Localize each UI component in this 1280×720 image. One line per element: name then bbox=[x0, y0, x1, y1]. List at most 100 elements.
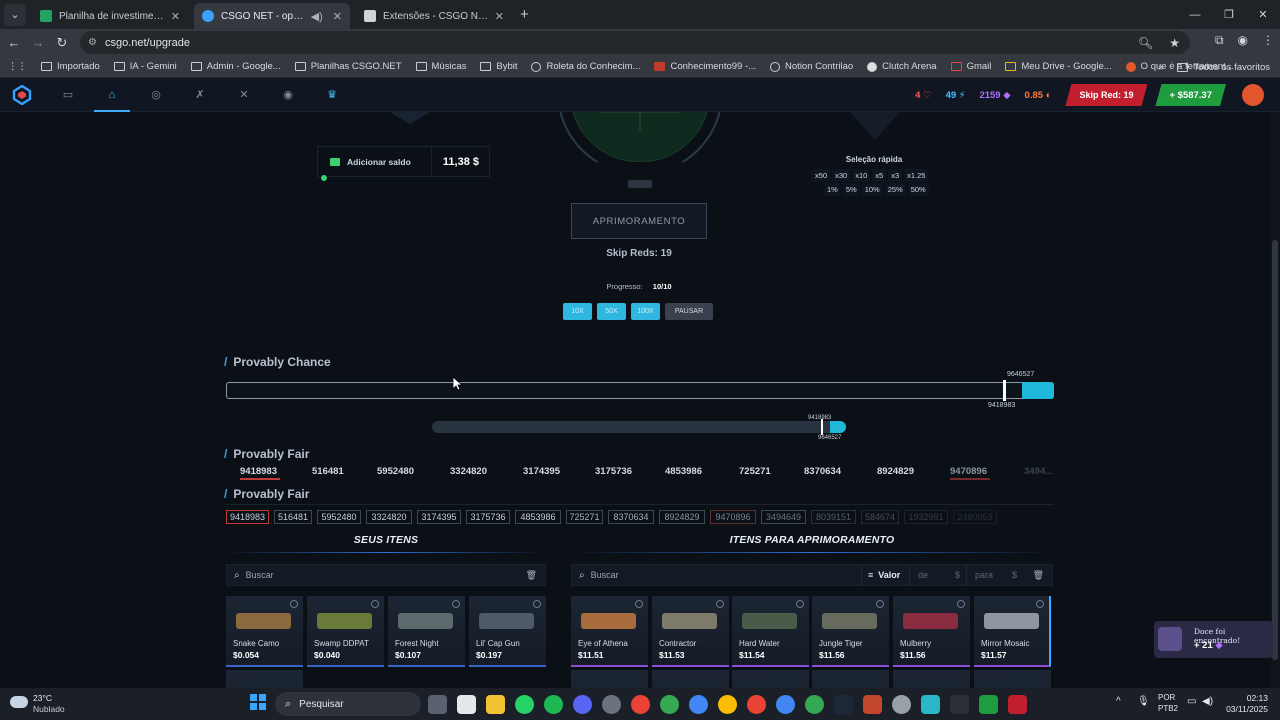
notepad-icon[interactable] bbox=[457, 695, 476, 714]
battle-nav-icon[interactable]: ✗ bbox=[178, 78, 222, 112]
roulette-nav-icon[interactable]: ◉ bbox=[266, 78, 310, 112]
upgrade-item[interactable]: Jungle Tiger $11.56 bbox=[812, 596, 889, 667]
candy-toast[interactable]: Doce foi encontrado! + 21 ◆ bbox=[1154, 621, 1273, 658]
tab-extensions[interactable]: Extensões - CSGO NET Profit H ✕ bbox=[356, 3, 512, 29]
multiplier-option[interactable]: x50 bbox=[812, 169, 831, 182]
url-field[interactable]: ⚙ csgo.net/upgrade 🔍︎ ★ bbox=[80, 31, 1190, 54]
price-from-input[interactable]: de $ bbox=[909, 565, 966, 585]
app-icon[interactable] bbox=[921, 695, 940, 714]
all-favorites[interactable]: Todos os favoritos bbox=[1177, 62, 1270, 73]
csgonet-logo[interactable] bbox=[12, 84, 32, 105]
eye-icon[interactable] bbox=[957, 600, 965, 608]
eye-icon[interactable] bbox=[1036, 600, 1044, 608]
app-icon[interactable] bbox=[979, 695, 998, 714]
bookmark-folder[interactable]: IA - Gemini bbox=[113, 61, 177, 72]
extensions-icon[interactable]: ⧉ bbox=[1215, 33, 1224, 48]
tab-csgonet[interactable]: CSGO NET - open the best ◀) ✕ bbox=[194, 3, 350, 29]
tray-chevron-icon[interactable]: ^ bbox=[1116, 696, 1121, 707]
pause-button[interactable]: PAUSAR bbox=[665, 303, 713, 320]
bookmark-folder[interactable]: Músicas bbox=[415, 61, 466, 72]
percent-option[interactable]: 50% bbox=[907, 183, 929, 196]
chrome-icon[interactable] bbox=[776, 695, 795, 714]
chrome-icon[interactable] bbox=[631, 695, 650, 714]
percent-option[interactable]: 25% bbox=[884, 183, 906, 196]
tab-planilha[interactable]: Planilha de investimentos - CSGO ✕ bbox=[32, 3, 188, 29]
upgrade-item[interactable] bbox=[652, 670, 729, 688]
percent-option[interactable]: 1% bbox=[824, 183, 841, 196]
bookmark-link[interactable]: Meu Drive - Google... bbox=[1005, 61, 1112, 72]
zoom-search-icon[interactable]: 🔍︎ bbox=[1138, 36, 1153, 50]
avatar[interactable] bbox=[1242, 84, 1264, 106]
profile-icon[interactable]: ◉ bbox=[1238, 33, 1248, 48]
case-nav-icon[interactable]: ▭ bbox=[46, 78, 90, 112]
whatsapp-icon[interactable] bbox=[515, 695, 534, 714]
spotify-icon[interactable] bbox=[544, 695, 563, 714]
inventory-item[interactable] bbox=[226, 670, 303, 688]
balance-button[interactable]: + $587.37 bbox=[1155, 84, 1226, 106]
trash-icon[interactable]: 🗑︎ bbox=[1033, 570, 1044, 581]
sort-value-button[interactable]: ≡ Valor bbox=[861, 565, 909, 585]
reload-button[interactable]: ↻ bbox=[50, 35, 74, 51]
chrome-icon[interactable] bbox=[660, 695, 679, 714]
chrome-icon[interactable] bbox=[747, 695, 766, 714]
auto-100x-button[interactable]: 100X bbox=[631, 303, 660, 320]
eye-icon[interactable] bbox=[371, 600, 379, 608]
close-icon[interactable]: ✕ bbox=[495, 10, 504, 23]
close-icon[interactable]: ✕ bbox=[333, 10, 342, 23]
upgrade-item[interactable]: Contractor $11.53 bbox=[652, 596, 729, 667]
eye-icon[interactable] bbox=[796, 600, 804, 608]
discord-icon[interactable] bbox=[573, 695, 592, 714]
chrome-icon[interactable] bbox=[805, 695, 824, 714]
forward-button[interactable]: → bbox=[26, 35, 50, 50]
site-info-icon[interactable]: ⚙ bbox=[88, 37, 97, 48]
inventory-item[interactable]: Swamp DDPAT $0.040 bbox=[307, 596, 384, 667]
new-tab-button[interactable]: + bbox=[520, 6, 529, 23]
trash-icon[interactable]: 🗑︎ bbox=[526, 570, 537, 581]
close-window-button[interactable]: ✕ bbox=[1246, 0, 1280, 29]
skip-red-button[interactable]: Skip Red: 19 bbox=[1065, 84, 1147, 106]
eye-icon[interactable] bbox=[876, 600, 884, 608]
taskbar-search[interactable]: ⌕ Pesquisar bbox=[275, 692, 421, 716]
auto-10x-button[interactable]: 10X bbox=[563, 303, 592, 320]
upgrade-items-search[interactable]: ⌕ Buscar ≡ Valor de $ para $ 🗑︎ bbox=[571, 564, 1053, 586]
upgrade-button[interactable]: APRIMORAMENTO bbox=[571, 203, 707, 239]
bookmark-folder[interactable]: Bybit bbox=[480, 61, 517, 72]
multiplier-option[interactable]: x3 bbox=[888, 169, 903, 182]
upgrade-item[interactable] bbox=[812, 670, 889, 688]
scrollbar-thumb[interactable] bbox=[1272, 240, 1278, 660]
upgrade-item[interactable] bbox=[974, 670, 1051, 688]
crown-nav-icon[interactable]: ♛ bbox=[310, 78, 354, 112]
upgrade-item[interactable] bbox=[893, 670, 970, 688]
percent-option[interactable]: 10% bbox=[861, 183, 883, 196]
task-view-icon[interactable] bbox=[428, 695, 447, 714]
upgrade-item[interactable]: Mirror Mosaic $11.57 bbox=[974, 596, 1051, 667]
obs-icon[interactable] bbox=[602, 695, 621, 714]
inventory-item[interactable]: Snake Camo $0.054 bbox=[226, 596, 303, 667]
bookmark-link[interactable]: Conhecimento99 -... bbox=[654, 61, 756, 72]
multiplier-option[interactable]: x1.25 bbox=[904, 169, 929, 182]
close-icon[interactable]: ✕ bbox=[171, 10, 180, 23]
microphone-icon[interactable]: 🎙︎ bbox=[1137, 696, 1150, 707]
chrome-icon[interactable] bbox=[718, 695, 737, 714]
upgrade-item[interactable]: Hard Water $11.54 bbox=[732, 596, 809, 667]
upgrade-item[interactable] bbox=[571, 670, 648, 688]
bookmark-folder[interactable]: Planilhas CSGO.NET bbox=[294, 61, 402, 72]
slider-knob[interactable] bbox=[319, 173, 329, 183]
bookmark-star-icon[interactable]: ★ bbox=[1169, 36, 1180, 50]
bookmark-link[interactable]: Clutch Arena bbox=[867, 61, 937, 72]
language-label[interactable]: POR bbox=[1158, 693, 1175, 702]
layout-label[interactable]: PTB2 bbox=[1158, 704, 1178, 713]
crossed-swords-icon[interactable]: ✕ bbox=[222, 78, 266, 112]
chrome-icon[interactable] bbox=[689, 695, 708, 714]
steam-icon[interactable] bbox=[834, 695, 853, 714]
eye-icon[interactable] bbox=[635, 600, 643, 608]
eye-icon[interactable] bbox=[290, 600, 298, 608]
multiplier-option[interactable]: x10 bbox=[852, 169, 871, 182]
bookmark-link[interactable]: Gmail bbox=[950, 61, 991, 72]
network-icon[interactable]: ▭ bbox=[1187, 696, 1196, 707]
eye-icon[interactable] bbox=[452, 600, 460, 608]
add-balance-row[interactable]: Adicionar saldo 11,38 $ bbox=[317, 146, 490, 177]
app-icon[interactable] bbox=[863, 695, 882, 714]
my-items-search[interactable]: ⌕ Buscar 🗑︎ bbox=[226, 564, 546, 586]
menu-icon[interactable]: ⋮ bbox=[1262, 33, 1274, 48]
